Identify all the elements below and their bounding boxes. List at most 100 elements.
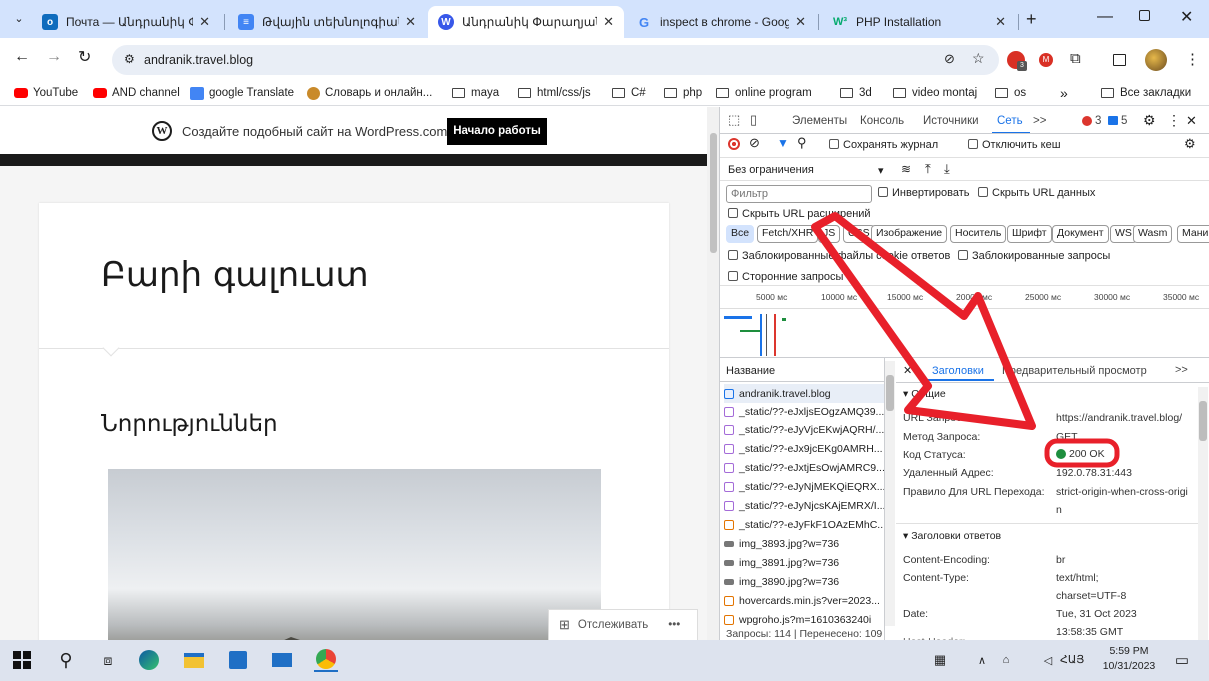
request-list-scrollbar[interactable] [885,361,895,626]
file-explorer-icon[interactable] [182,648,206,672]
request-row[interactable]: wpgroho.js?m=1610363240i [724,610,884,629]
bookmark-folder-maya[interactable]: maya [452,85,499,101]
start-windows-icon[interactable] [10,648,34,672]
inspect-element-icon[interactable]: ⬚ [728,112,740,128]
devtools-tab-sources[interactable]: Источники [923,115,979,127]
type-filter-js[interactable]: JS [818,225,841,243]
tray-chevron-icon[interactable]: ∧ [970,648,994,672]
more-dots-icon[interactable]: ••• [668,619,680,631]
address-bar[interactable]: ⚙ andranik.travel.blog ⊘ ☆ [112,45,999,75]
close-icon[interactable]: ✕ [603,14,614,30]
bookmark-star-icon[interactable]: ☆ [972,50,985,67]
clock-date[interactable]: 10/31/2023 [1101,660,1157,672]
network-settings-icon[interactable]: ⚙ [1184,136,1196,152]
request-row[interactable]: img_3893.jpg?w=736 [724,534,884,553]
blocked-cookies-checkbox[interactable]: Заблокированные файлы cookie ответов [728,250,950,262]
tray-network-icon[interactable]: ⌂ [994,648,1018,672]
tab-search-button[interactable]: ⌄ [10,10,28,28]
tab-google-search[interactable]: G inspect в chrome - Google ✕ [626,6,816,38]
request-row[interactable]: _static/??-eJx9jcEKg0AMRH... [724,439,884,458]
tab-mail[interactable]: o Почта — Անդրանիկ Փարւ ✕ [32,6,220,38]
wifi-icon[interactable]: ≋ [901,162,911,176]
all-bookmarks[interactable]: Все закладки [1101,85,1191,101]
device-toggle-icon[interactable]: ▯ [750,112,757,128]
bookmark-folder-php[interactable]: php [664,85,702,101]
tab-php[interactable]: W³ PHP Installation ✕ [822,6,1016,38]
devtools-menu-icon[interactable]: ⋮ [1167,112,1181,129]
url-text[interactable]: andranik.travel.blog [144,53,253,67]
blocked-requests-checkbox[interactable]: Заблокированные запросы [958,250,1110,262]
network-overview[interactable]: 5000 мс 10000 мс 15000 мс 20000 мс 25000… [720,286,1209,357]
back-icon[interactable]: ← [14,48,30,66]
bookmark-and-channel[interactable]: AND channel [93,85,180,101]
bookmarks-overflow[interactable]: » [1060,85,1068,101]
type-filter-manifest[interactable]: Мани [1177,225,1209,243]
bookmark-dictionary[interactable]: Словарь и онлайн... [307,85,432,101]
bookmark-folder-os[interactable]: os [995,85,1026,101]
headers-scrollbar[interactable] [1198,387,1208,640]
site-settings-icon[interactable]: ⚙ [124,52,135,66]
close-icon[interactable]: ✕ [405,14,416,30]
invert-checkbox[interactable]: Инвертировать [878,187,969,199]
notifications-icon[interactable]: ▭ [1170,648,1194,672]
side-panel-icon[interactable] [1113,54,1126,66]
export-icon[interactable]: ⤓ [944,161,950,177]
gmail-icon[interactable]: M [1039,53,1053,67]
request-row[interactable]: _static/??-eJyNjcsKAjEMRX/I... [724,496,884,515]
get-started-button[interactable]: Начало работы [447,118,547,145]
type-filter-wasm[interactable]: Wasm [1133,225,1173,243]
third-party-checkbox[interactable]: Сторонние запросы [728,271,843,283]
chrome-icon[interactable] [314,648,338,672]
avatar[interactable] [1145,49,1167,71]
disable-cache-checkbox[interactable]: Отключить кеш [968,139,1061,151]
type-filter-all[interactable]: Все [726,225,755,243]
bookmark-folder-3d[interactable]: 3d [840,85,872,101]
request-row[interactable]: _static/??-eJxljsEOgzAMQ39... [724,402,884,421]
tab-digital-tech[interactable]: ≡ Թվային տեխնոլոգիաներ ✕ [228,6,426,38]
record-stop-icon[interactable] [728,138,740,150]
keyboard-icon[interactable]: ▦ [928,648,952,672]
page-scrollbar[interactable] [707,107,719,640]
search-icon[interactable]: ⚲ [54,648,78,672]
devtools-settings-icon[interactable]: ⚙ [1143,112,1156,129]
request-row[interactable]: _static/??-eJyVjcEKwjAQRH/... [724,420,884,439]
type-filter-css[interactable]: CSS [843,225,875,243]
input-language[interactable]: ՀԱՅ [1060,653,1084,666]
eye-off-icon[interactable]: ⊘ [944,51,955,67]
type-filter-img[interactable]: Изображение [871,225,948,243]
devtools-tab-elements[interactable]: Элементы [792,115,847,127]
message-count[interactable]: 5 [1121,115,1127,127]
forward-icon[interactable]: → [46,48,62,66]
mail-icon[interactable] [270,648,294,672]
error-count[interactable]: 3 [1095,115,1101,127]
reload-icon[interactable]: ↻ [78,47,91,67]
request-row[interactable]: img_3891.jpg?w=736 [724,553,884,572]
network-filter-input[interactable] [726,185,872,203]
response-headers-section[interactable]: ▾ Заголовки ответов [903,530,1001,542]
bookmark-folder-video[interactable]: video montaj [893,85,977,101]
bookmark-google-translate[interactable]: google Translate [190,85,294,101]
preserve-log-checkbox[interactable]: Сохранять журнал [829,139,938,151]
clock-time[interactable]: 5:59 PM [1101,645,1157,657]
bookmark-folder-online[interactable]: online program [716,85,812,101]
close-icon[interactable]: ✕ [199,14,210,30]
request-row[interactable]: _static/??-eJyNjMEKQiEQRX... [724,477,884,496]
detail-more-tabs[interactable]: >> [1175,364,1188,376]
edge-icon[interactable] [137,648,161,672]
devtools-tab-console[interactable]: Консоль [860,115,904,127]
devtools-more-tabs[interactable]: >> [1033,115,1046,127]
request-row[interactable]: hovercards.min.js?ver=2023... [724,591,884,610]
bookmark-folder-csharp[interactable]: C# [612,85,646,101]
detail-tab-preview[interactable]: Предварительный просмотр [1002,365,1147,377]
tab-active-blog[interactable]: W Անդրանիկ Փարաղյանի բ ✕ [428,6,624,38]
request-row[interactable]: _static/??-eJxtjEsOwjAMRC9... [724,458,884,477]
task-view-icon[interactable]: ⧈ [96,648,120,672]
hide-data-urls-checkbox[interactable]: Скрыть URL данных [978,187,1095,199]
extensions-puzzle-icon[interactable]: ⧉ [1070,50,1081,67]
bookmark-folder-html[interactable]: html/css/js [518,85,591,101]
close-icon[interactable]: ✕ [795,14,806,30]
devtools-close-icon[interactable]: ✕ [1186,113,1197,129]
store-icon[interactable] [226,648,250,672]
type-filter-xhr[interactable]: Fetch/XHR [757,225,819,243]
hide-ext-urls-checkbox[interactable]: Скрыть URL расширений [728,208,871,220]
